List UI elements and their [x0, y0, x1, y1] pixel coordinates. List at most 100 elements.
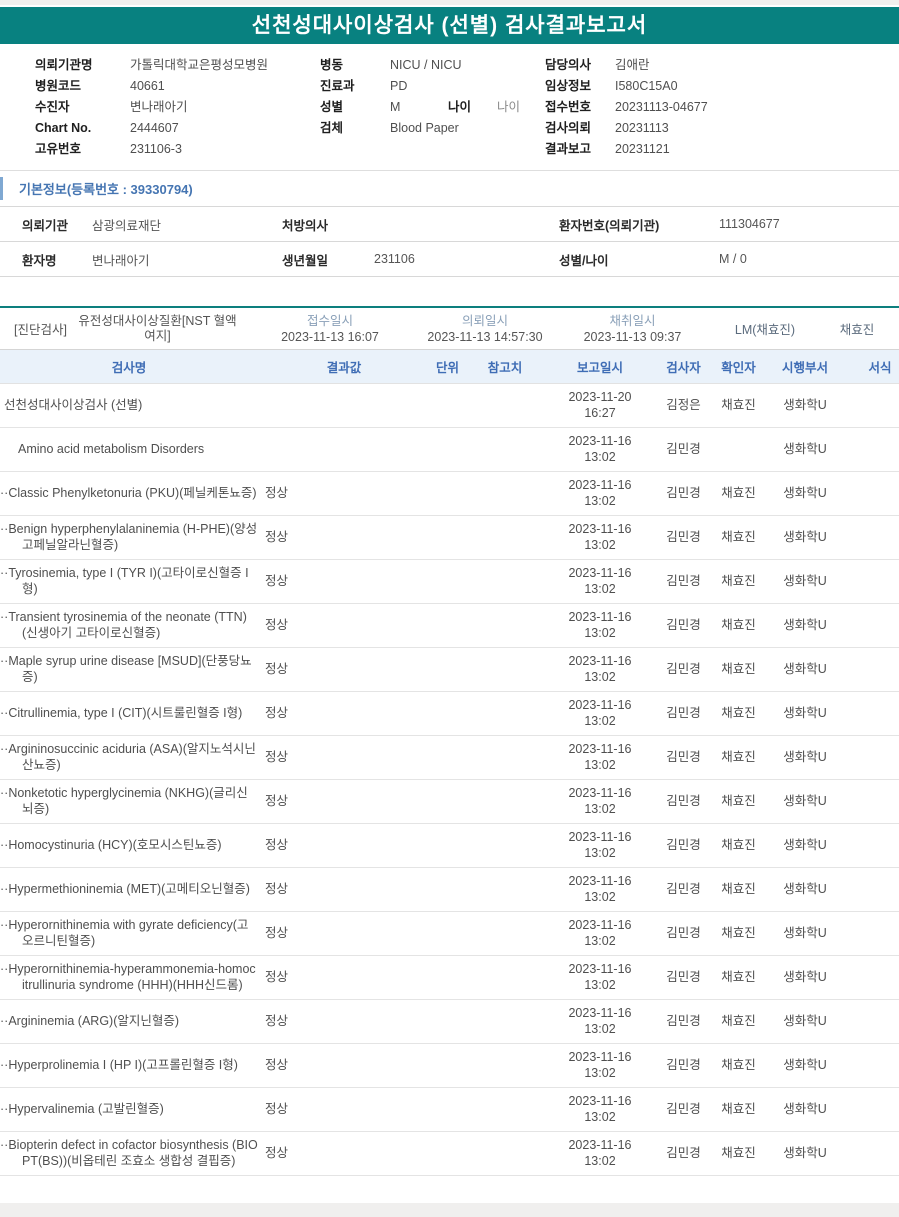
patient-info-row: 검사의뢰 20231113 — [545, 118, 899, 139]
result-value-cell: 정상 — [258, 823, 430, 868]
patient-info-label: 의뢰기관명 — [35, 58, 93, 72]
result-row: ··Transient tyrosinemia of the neonate (… — [0, 603, 899, 648]
reference-cell — [465, 735, 545, 780]
report-date: 2023-11-16 — [568, 522, 632, 536]
basic-info-heading-text: 기본정보(등록번호 : 39330794) — [19, 182, 193, 197]
test-name-cell: ··Hyperornithinemia-hyperammonemia-homoc… — [0, 955, 258, 1000]
basic-info-label: 성별/나이 — [559, 241, 719, 277]
patient-info-value: PD — [390, 79, 408, 93]
reference-cell — [465, 955, 545, 1000]
department-cell: 생화학U — [765, 647, 845, 692]
patient-info-section: 의뢰기관명 가톨릭대학교은평성모병원 병원코드 40661 수진자 변나래아기 Chart … — [0, 44, 899, 166]
patient-info-value: 20231121 — [615, 142, 670, 156]
patient-info-label: Chart No. — [35, 121, 92, 135]
basic-info-table: 의뢰기관 삼광의료재단 처방의사 환자번호(의뢰기관) 111304677 환자명 변나래아… — [0, 206, 899, 277]
report-time: 13:02 — [584, 494, 616, 508]
result-value-cell: 정상 — [258, 735, 430, 780]
results-column-header: 서식 — [845, 350, 899, 384]
tester-cell: 김민경 — [655, 515, 712, 560]
report-date: 2023-11-16 — [568, 478, 632, 492]
report-datetime-cell: 2023-11-16 13:02 — [545, 1087, 655, 1132]
report-time: 13:02 — [584, 802, 616, 816]
test-name-cell: ··Transient tyrosinemia of the neonate (… — [0, 603, 258, 648]
unit-cell — [430, 955, 465, 1000]
patient-info-value: 2444607 — [130, 121, 179, 135]
test-name-cell: ··Hypervalinemia (고발린혈증) — [0, 1087, 258, 1132]
patient-info-row: 의뢰기관명 가톨릭대학교은평성모병원 — [35, 55, 320, 76]
report-date: 2023-11-16 — [568, 1050, 632, 1064]
report-time: 13:02 — [584, 934, 616, 948]
form-cell — [845, 1087, 899, 1132]
lm-collector: LM(채효진) — [734, 323, 796, 337]
result-value-cell: 정상 — [258, 1043, 430, 1088]
test-name-cell: ··Maple syrup urine disease [MSUD](단풍당뇨증… — [0, 647, 258, 692]
department-cell: 생화학U — [765, 603, 845, 648]
tester-cell: 김정은 — [655, 383, 712, 428]
diagnosis-test-name: 유전성대사이상질환[NST 혈액여지] — [78, 313, 237, 343]
collection-datetime-label: 채취일시 — [609, 313, 656, 328]
confirmer-cell: 채효진 — [712, 471, 765, 516]
report-time: 13:02 — [584, 1066, 616, 1080]
patient-info-value: 40661 — [130, 79, 165, 93]
report-datetime-cell: 2023-11-16 13:02 — [545, 867, 655, 912]
unit-cell — [430, 867, 465, 912]
basic-info-label: 환자번호(의뢰기관) — [559, 206, 719, 242]
department-cell: 생화학U — [765, 999, 845, 1044]
form-cell — [845, 735, 899, 780]
test-name-cell: ··Argininosuccinic aciduria (ASA)(알지노석시닌… — [0, 735, 258, 780]
department-cell: 생화학U — [765, 867, 845, 912]
patient-info-value: 나이 — [497, 100, 521, 114]
unit-cell — [430, 735, 465, 780]
unit-cell — [430, 779, 465, 824]
heading-accent-bar — [0, 177, 3, 200]
result-value-cell: 정상 — [258, 1131, 430, 1176]
patient-info-label: 임상정보 — [545, 79, 592, 93]
tester-cell: 김민경 — [655, 867, 712, 912]
department-cell: 생화학U — [765, 735, 845, 780]
result-value-cell: 정상 — [258, 911, 430, 956]
unit-cell — [430, 823, 465, 868]
report-datetime-cell: 2023-11-20 16:27 — [545, 383, 655, 428]
collection-datetime: 채취일시 2023-11-13 09:37 — [550, 313, 715, 345]
department-cell: 생화학U — [765, 1043, 845, 1088]
report-time: 16:27 — [584, 406, 616, 420]
unit-cell — [430, 427, 465, 472]
report-date: 2023-11-16 — [568, 610, 632, 624]
report-time: 13:02 — [584, 714, 616, 728]
confirmer-cell: 채효진 — [712, 999, 765, 1044]
form-cell — [845, 647, 899, 692]
result-row: 선천성대사이상검사 (선별) 2023-11-20 16:27 김정은 채효진 생화학U — [0, 383, 899, 428]
patient-info-value: M — [390, 100, 401, 114]
patient-info-row: 고유번호 231106-3 — [35, 139, 320, 160]
result-row: ··Maple syrup urine disease [MSUD](단풍당뇨증… — [0, 647, 899, 692]
report-datetime-cell: 2023-11-16 13:02 — [545, 911, 655, 956]
reference-cell — [465, 867, 545, 912]
report-datetime-cell: 2023-11-16 13:02 — [545, 999, 655, 1044]
report-datetime-cell: 2023-11-16 13:02 — [545, 1043, 655, 1088]
reference-cell — [465, 515, 545, 560]
confirmer-cell: 채효진 — [712, 647, 765, 692]
tester-cell: 김민경 — [655, 955, 712, 1000]
tester-cell: 김민경 — [655, 735, 712, 780]
results-column-header: 참고치 — [465, 350, 545, 384]
department-cell: 생화학U — [765, 911, 845, 956]
unit-cell — [430, 647, 465, 692]
result-value-cell: 정상 — [258, 691, 430, 736]
report-datetime-cell: 2023-11-16 13:02 — [545, 515, 655, 560]
confirmer-cell: 채효진 — [712, 603, 765, 648]
tester-cell: 김민경 — [655, 427, 712, 472]
unit-cell — [430, 515, 465, 560]
report-date: 2023-11-16 — [568, 1006, 632, 1020]
unit-cell — [430, 911, 465, 956]
confirmer-cell: 채효진 — [712, 735, 765, 780]
test-name-cell: Amino acid metabolism Disorders — [0, 427, 258, 472]
patient-info-value: Blood Paper — [390, 121, 459, 135]
results-column-header: 보고일시 — [545, 350, 655, 384]
reference-cell — [465, 779, 545, 824]
patient-info-row: 병원코드 40661 — [35, 76, 320, 97]
patient-info-row: 담당의사 김애란 — [545, 55, 899, 76]
patient-info-row: 수진자 변나래아기 — [35, 97, 320, 118]
report-datetime-cell: 2023-11-16 13:02 — [545, 1131, 655, 1176]
results-column-header: 확인자 — [712, 350, 765, 384]
patient-info-value: 20231113-04677 — [615, 100, 708, 114]
